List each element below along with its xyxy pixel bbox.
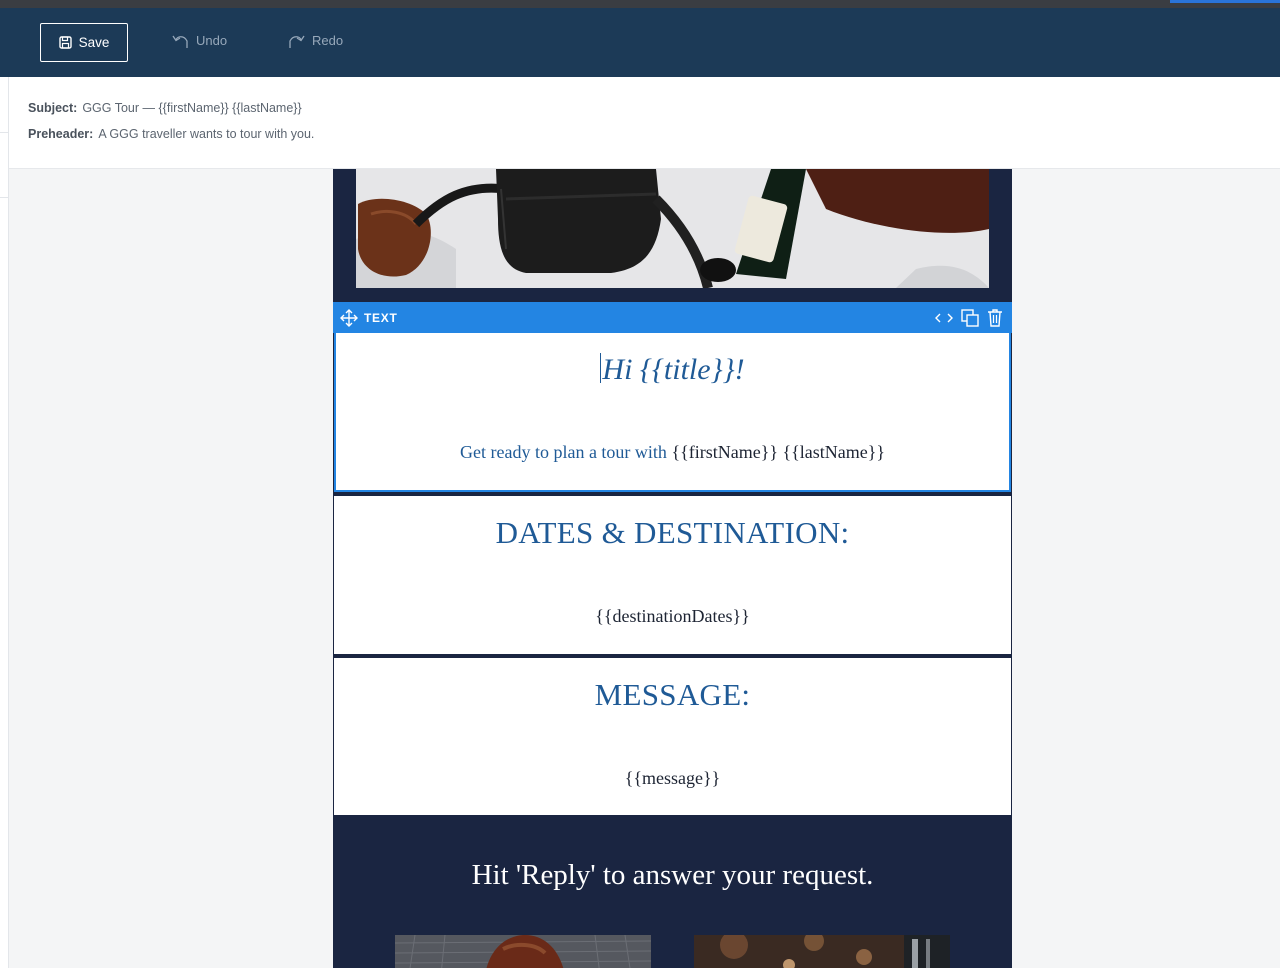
reply-heading[interactable]: Hit 'Reply' to answer your request.: [333, 859, 1012, 892]
editor-toolbar: Save Undo Redo: [0, 8, 1280, 77]
preheader-value[interactable]: A GGG traveller wants to tour with you.: [98, 127, 314, 141]
greeting-heading[interactable]: Hi {{title}}!: [336, 353, 1009, 387]
intro-line: Get ready to plan a tour with {{firstNam…: [336, 442, 1009, 463]
redo-icon: [288, 32, 305, 49]
save-button[interactable]: Save: [40, 23, 128, 62]
save-label: Save: [78, 35, 110, 50]
email-preview: TEXT Hi {{title}}! Get ready to plan a t…: [333, 169, 1012, 968]
trash-icon[interactable]: [987, 308, 1003, 328]
footer-photo-right[interactable]: [694, 935, 950, 968]
dates-value: {{destinationDates}}: [595, 606, 750, 626]
block-toolbar: TEXT: [333, 302, 1012, 333]
greeting-text: Hi {{title}}!: [602, 353, 745, 386]
browser-top-strip: [0, 0, 1280, 8]
undo-icon: [172, 32, 189, 49]
intro-text: Get ready to plan a tour with: [459, 442, 667, 462]
duplicate-icon[interactable]: [961, 308, 979, 328]
greeting-text-block[interactable]: Hi {{title}}! Get ready to plan a tour w…: [334, 333, 1011, 492]
save-icon: [58, 36, 72, 49]
drag-handle-icon[interactable]: [340, 308, 358, 328]
preheader-row[interactable]: Preheader: A GGG traveller wants to tour …: [28, 127, 314, 141]
block-type-label: TEXT: [364, 311, 398, 325]
left-rail: [0, 77, 9, 968]
redo-button[interactable]: Redo: [288, 32, 343, 49]
message-title: MESSAGE:: [594, 677, 751, 712]
undo-button[interactable]: Undo: [172, 32, 227, 49]
undo-label: Undo: [196, 33, 228, 48]
rail-divider: [0, 132, 9, 133]
top-strip-accent: [1170, 0, 1280, 3]
code-icon[interactable]: [935, 308, 953, 328]
preheader-label: Preheader:: [28, 127, 94, 141]
subject-value[interactable]: GGG Tour — {{firstName}} {{lastName}}: [82, 101, 301, 115]
dates-destination-block[interactable]: DATES & DESTINATION: {{destinationDates}…: [334, 496, 1011, 654]
header-photo[interactable]: [356, 169, 989, 288]
email-meta-panel: Subject: GGG Tour — {{firstName}} {{lastN…: [9, 77, 1280, 169]
intro-names: {{firstName}} {{lastName}}: [671, 442, 886, 462]
footer-photo-left[interactable]: [395, 935, 651, 968]
subject-label: Subject:: [28, 101, 78, 115]
rail-divider: [0, 197, 9, 198]
subject-row[interactable]: Subject: GGG Tour — {{firstName}} {{lastN…: [28, 101, 302, 115]
redo-label: Redo: [312, 33, 344, 48]
dates-title: DATES & DESTINATION:: [495, 515, 850, 550]
message-block[interactable]: MESSAGE: {{message}}: [334, 658, 1011, 815]
message-value: {{message}}: [624, 768, 721, 788]
